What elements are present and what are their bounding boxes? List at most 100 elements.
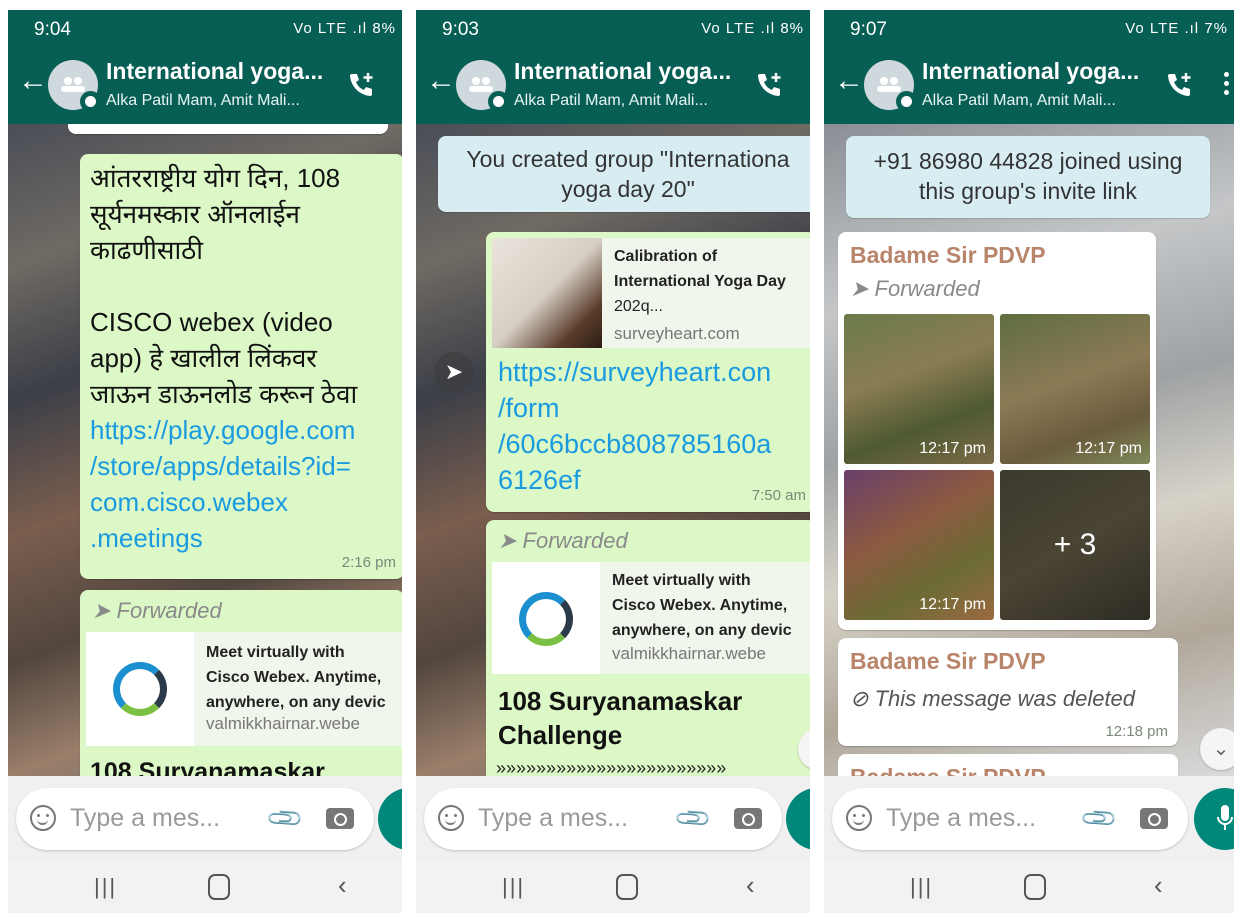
back-arrow-icon[interactable]: ← [834, 66, 864, 96]
emoji-icon[interactable] [30, 805, 56, 831]
back-nav-icon[interactable]: ‹ [338, 870, 347, 901]
link-thumbnail [492, 562, 600, 674]
webex-logo-icon [519, 592, 573, 646]
photo-thumbnail[interactable]: 12:17 pm [844, 470, 994, 620]
home-icon[interactable] [208, 874, 230, 900]
group-avatar[interactable] [864, 60, 917, 112]
link-thumbnail [86, 632, 194, 746]
back-arrow-icon[interactable]: ← [426, 66, 456, 96]
emoji-icon[interactable] [438, 805, 464, 831]
chat-area[interactable]: +91 86980 44828 joined using this group'… [824, 124, 1234, 776]
chat-area[interactable]: आंतरराष्ट्रीय योग दिन, 108 सूर्यनमस्कार … [8, 124, 402, 776]
scroll-down-button[interactable]: ⌄ [1200, 728, 1234, 770]
chat-area[interactable]: You created group "Internationa yoga day… [416, 124, 810, 776]
group-people-icon [61, 77, 85, 92]
mic-button[interactable] [1194, 788, 1234, 850]
preview-text: Cisco Webex. Anytime, [206, 669, 382, 686]
message-input[interactable]: Type a mes... [70, 804, 220, 833]
signal-battery: Vo LTE .ıl 8% [701, 20, 804, 37]
home-icon[interactable] [616, 874, 638, 900]
message-bubble[interactable]: Badame Sir PDVP ➤ Forwarded 12:17 pm 12:… [838, 232, 1156, 630]
message-bubble[interactable]: आंतरराष्ट्रीय योग दिन, 108 सूर्यनमस्कार … [80, 154, 402, 579]
message-bubble[interactable]: ➤ Forwarded Meet virtually with Cisco We… [486, 520, 810, 776]
clock: 9:07 [850, 19, 887, 40]
message-input[interactable]: Type a mes... [478, 804, 628, 833]
message-link[interactable]: /form [498, 390, 810, 426]
previous-message [68, 124, 388, 134]
group-title[interactable]: International yoga... [106, 58, 323, 85]
recent-apps-icon[interactable]: ||| [502, 874, 525, 900]
back-nav-icon[interactable]: ‹ [1154, 870, 1163, 901]
signal-battery: Vo LTE .ıl 7% [1125, 20, 1228, 37]
camera-icon[interactable] [326, 808, 354, 829]
more-photos-tile[interactable]: + 3 [1000, 470, 1150, 620]
message-bubble[interactable]: Badame Sir PDVP ⊘ This message was delet… [838, 638, 1178, 746]
message-input-bar[interactable]: Type a mes... 📎 [832, 788, 1188, 850]
signal-battery: Vo LTE .ıl 8% [293, 20, 396, 37]
add-call-icon[interactable] [754, 70, 784, 100]
recent-apps-icon[interactable]: ||| [94, 874, 117, 900]
sender-name: Badame Sir PDVP [850, 764, 1046, 776]
attach-icon[interactable]: 📎 [1079, 799, 1119, 839]
message-bubble[interactable]: Badame Sir PDVP [838, 754, 1178, 776]
preview-domain: surveyheart.com [614, 324, 740, 343]
more-photos-count: + 3 [1053, 528, 1097, 561]
link-preview[interactable]: Meet virtually with Cisco Webex. Anytime… [492, 562, 810, 674]
back-arrow-icon[interactable]: ← [18, 66, 48, 96]
clock: 9:03 [442, 19, 479, 40]
emoji-icon[interactable] [846, 805, 872, 831]
mic-button[interactable] [786, 788, 810, 850]
message-time: 12:18 pm [1105, 723, 1168, 740]
message-heading: Challenge [498, 720, 623, 750]
preview-text: Cisco Webex. Anytime, [612, 597, 788, 614]
camera-icon[interactable] [1140, 808, 1168, 829]
message-link[interactable]: /60c6bccb808785160a [498, 426, 810, 462]
group-title[interactable]: International yoga... [514, 58, 731, 85]
message-link[interactable]: /store/apps/details?id= [90, 448, 402, 484]
message-link[interactable]: https://play.google.com [90, 412, 402, 448]
add-call-icon[interactable] [1164, 70, 1194, 100]
add-call-icon[interactable] [346, 70, 376, 100]
verified-badge-icon [488, 91, 509, 112]
forward-icon[interactable]: ➤ [434, 352, 474, 392]
recent-apps-icon[interactable]: ||| [910, 874, 933, 900]
message-link[interactable]: .meetings [90, 520, 402, 556]
message-text: काढणीसाठी [90, 235, 204, 265]
group-avatar[interactable] [456, 60, 509, 112]
attach-icon[interactable]: 📎 [673, 799, 713, 839]
group-avatar[interactable] [48, 60, 101, 112]
message-link[interactable]: https://surveyheart.con [498, 354, 810, 390]
message-input[interactable]: Type a mes... [886, 804, 1036, 833]
message-text: आंतरराष्ट्रीय योग दिन, 108 [90, 163, 341, 193]
message-time: 2:16 pm [341, 554, 396, 571]
message-text: CISCO webex (video [90, 307, 333, 337]
camera-icon[interactable] [734, 808, 762, 829]
system-message: You created group "Internationa yoga day… [438, 136, 810, 212]
message-input-bar[interactable]: Type a mes... 📎 [424, 788, 782, 850]
photo-time: 12:17 pm [919, 440, 986, 457]
preview-text: anywhere, on any devic [206, 694, 386, 711]
home-icon[interactable] [1024, 874, 1046, 900]
photo-time: 12:17 pm [919, 596, 986, 613]
deleted-message: ⊘ This message was deleted [850, 686, 1136, 711]
preview-domain: valmikkhairnar.webe [206, 714, 361, 733]
mic-button[interactable] [378, 788, 402, 850]
message-bubble[interactable]: Calibration of International Yoga Day 20… [486, 232, 810, 512]
message-bubble[interactable]: ➤ Forwarded Meet virtually with Cisco We… [80, 590, 402, 776]
link-preview[interactable]: Calibration of International Yoga Day 20… [492, 238, 810, 348]
group-title[interactable]: International yoga... [922, 58, 1139, 85]
status-bar: 9:07 Vo LTE .ıl 7% [824, 10, 1234, 48]
photo-thumbnail[interactable]: 12:17 pm [844, 314, 994, 464]
message-text: सूर्यनमस्कार ऑनलाईन [90, 199, 300, 229]
system-nav-bar: ||| ‹ [824, 860, 1234, 913]
phone-screen-3: 9:07 Vo LTE .ıl 7% ← International yoga.… [824, 10, 1234, 913]
message-link[interactable]: com.cisco.webex [90, 484, 402, 520]
more-options-icon[interactable] [1224, 68, 1232, 99]
message-input-bar[interactable]: Type a mes... 📎 [16, 788, 374, 850]
link-preview[interactable]: Meet virtually with Cisco Webex. Anytime… [86, 632, 402, 746]
message-text: app) हे खालील लिंकवर [90, 343, 317, 373]
photo-thumbnail[interactable]: 12:17 pm [1000, 314, 1150, 464]
back-nav-icon[interactable]: ‹ [746, 870, 755, 901]
attach-icon[interactable]: 📎 [265, 799, 305, 839]
webex-logo-icon [113, 662, 167, 716]
